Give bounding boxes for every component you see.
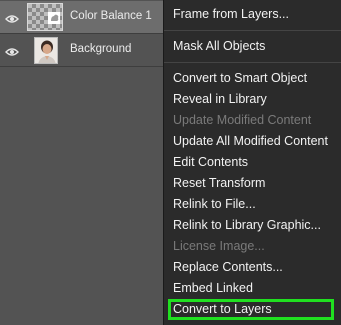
menu-item-update-all-modified-content[interactable]: Update All Modified Content [173, 134, 328, 148]
menu-item-mask-all-objects[interactable]: Mask All Objects [173, 39, 265, 53]
layer-name[interactable]: Background [70, 43, 131, 55]
eye-icon[interactable] [5, 44, 19, 56]
menu-item-license-image: License Image... [173, 239, 265, 253]
menu-item-reveal-in-library[interactable]: Reveal in Library [173, 92, 267, 106]
color-balance-adjustment-icon [48, 11, 60, 24]
menu-item-update-modified-content: Update Modified Content [173, 113, 312, 127]
menu-item-convert-to-smart-object[interactable]: Convert to Smart Object [173, 71, 307, 85]
menu-item-frame-from-layers[interactable]: Frame from Layers... [173, 7, 289, 21]
layer-row-background[interactable]: Background [0, 34, 163, 67]
menu-item-embed-linked[interactable]: Embed Linked [173, 281, 253, 295]
menu-item-relink-to-library-graphic[interactable]: Relink to Library Graphic... [173, 218, 321, 232]
menu-item-edit-contents[interactable]: Edit Contents [173, 155, 248, 169]
portrait-photo-thumbnail[interactable] [34, 37, 58, 64]
highlight-box [168, 299, 334, 320]
layer-context-menu: Frame from Layers... Mask All Objects Co… [163, 0, 341, 325]
menu-separator [164, 62, 341, 63]
layer-name[interactable]: Color Balance 1 [70, 10, 152, 22]
layer-row-color-balance[interactable]: Color Balance 1 [0, 1, 163, 34]
menu-item-replace-contents[interactable]: Replace Contents... [173, 260, 283, 274]
layer-thumbnail[interactable] [27, 3, 63, 31]
menu-item-reset-transform[interactable]: Reset Transform [173, 176, 265, 190]
menu-separator [164, 30, 341, 31]
eye-icon[interactable] [5, 11, 19, 23]
menu-item-relink-to-file[interactable]: Relink to File... [173, 197, 256, 211]
layers-panel: Color Balance 1 Background [0, 0, 163, 325]
